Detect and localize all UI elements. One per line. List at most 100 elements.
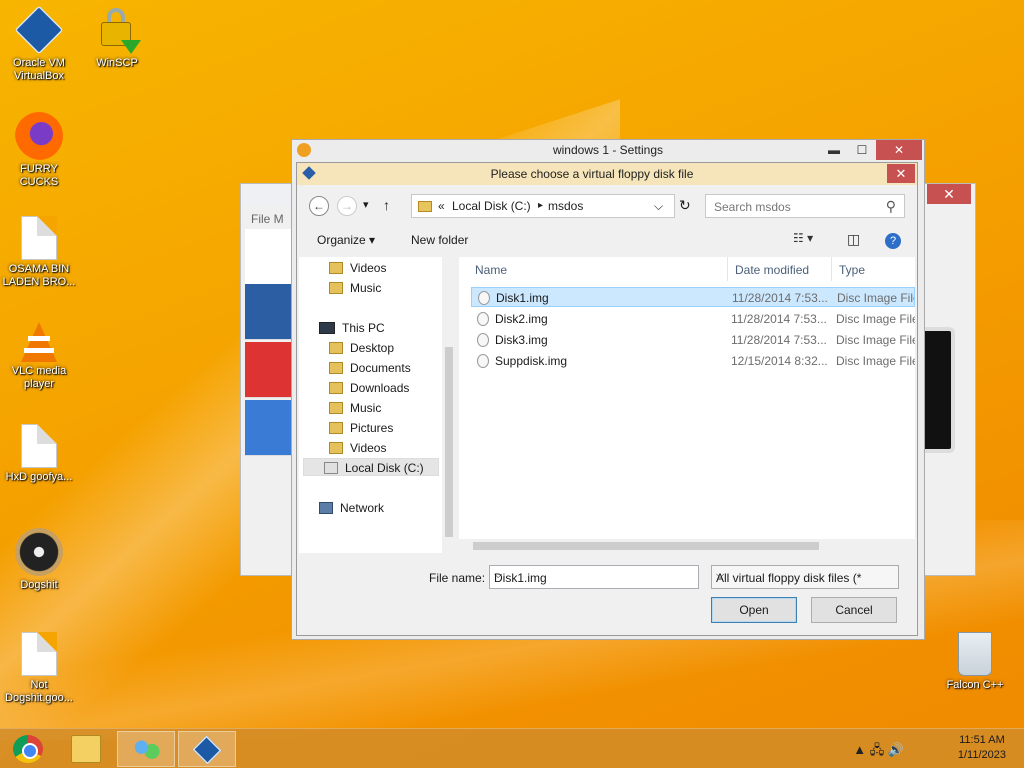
nav-pane-scrollbar[interactable] bbox=[442, 257, 456, 553]
taskbar-chrome[interactable] bbox=[0, 731, 58, 767]
menu-bar[interactable]: File M bbox=[251, 212, 284, 226]
up-button[interactable]: ↑ bbox=[383, 197, 390, 213]
breadcrumb-separator[interactable]: ▸ bbox=[538, 200, 543, 211]
desktop-icon-dogshit[interactable]: Dogshit bbox=[1, 528, 77, 592]
recycle-bin-icon bbox=[958, 632, 992, 676]
nav-item-this-pc[interactable]: This PC bbox=[319, 319, 385, 337]
address-dropdown[interactable]: ⌵ bbox=[654, 199, 663, 214]
taskbar-file-explorer[interactable] bbox=[58, 731, 116, 767]
desktop-icon-label: Falcon C++ bbox=[946, 679, 1004, 691]
view-options-icon[interactable]: ☷ ▾ bbox=[793, 231, 813, 245]
file-name-input[interactable]: Disk1.img ⌵ bbox=[489, 565, 699, 589]
minimize-button[interactable]: ▬ bbox=[820, 140, 848, 160]
file-row[interactable]: Suppdisk.img 12/15/2014 8:32... Disc Ima… bbox=[471, 351, 915, 371]
tools-icon[interactable] bbox=[245, 229, 291, 285]
desktop-icon-label: HxD goofya... bbox=[5, 471, 73, 483]
close-button[interactable]: ✕ bbox=[876, 140, 922, 160]
help-icon[interactable]: ? bbox=[885, 233, 901, 249]
nav-item-videos[interactable]: Videos bbox=[329, 259, 386, 277]
desktop-icon-virtualbox[interactable]: Oracle VM VirtualBox bbox=[1, 5, 77, 83]
nav-item-local-disk[interactable]: Local Disk (C:) bbox=[303, 458, 439, 476]
nav-item-music[interactable]: Music bbox=[329, 279, 381, 297]
desktop-icon-hxd-file[interactable]: HxD goofya... bbox=[1, 424, 77, 484]
column-divider[interactable] bbox=[727, 257, 728, 281]
chrome-icon bbox=[13, 735, 43, 763]
forward-button[interactable]: → bbox=[337, 196, 357, 216]
taskbar-virtualbox[interactable] bbox=[178, 731, 236, 767]
desktop-icon-not-dogshit-file[interactable]: Not Dogshit.goo... bbox=[1, 632, 77, 705]
desktop-icon-label: FURRY CUCKS bbox=[19, 163, 59, 188]
system-tray-icons[interactable]: ▲ 🖧 🔊 bbox=[853, 741, 904, 763]
vm-thumbnail-icon[interactable] bbox=[245, 400, 291, 456]
disc-image-icon bbox=[477, 333, 489, 347]
breadcrumb-local-disk[interactable]: Local Disk (C:) bbox=[452, 199, 531, 213]
desktop-icon-winscp[interactable]: WinSCP bbox=[79, 6, 155, 70]
desktop-icon-firefox[interactable]: FURRY CUCKS bbox=[1, 112, 77, 189]
maximize-button[interactable]: ☐ bbox=[848, 140, 876, 160]
nav-item-music[interactable]: Music bbox=[329, 399, 381, 417]
taskbar-user-accounts[interactable] bbox=[117, 731, 175, 767]
desktop-icon-label: Dogshit bbox=[20, 579, 58, 591]
desktop-folder-icon bbox=[329, 342, 343, 354]
clock-date: 1/11/2023 bbox=[957, 749, 1006, 761]
search-input[interactable]: Search msdos bbox=[714, 200, 791, 214]
file-row[interactable]: Disk2.img 11/28/2014 7:53... Disc Image … bbox=[471, 309, 915, 329]
preview-pane-icon[interactable]: ◫ bbox=[847, 231, 860, 248]
file-list-scrollbar[interactable] bbox=[459, 539, 915, 553]
open-button[interactable]: Open bbox=[711, 597, 797, 623]
chevron-down-icon[interactable]: ⌵ bbox=[494, 569, 694, 582]
disc-image-icon bbox=[478, 291, 490, 305]
music-folder-icon bbox=[329, 282, 343, 294]
refresh-button[interactable]: ↻ bbox=[679, 197, 691, 214]
organize-menu[interactable]: Organize ▾ bbox=[317, 233, 375, 247]
close-button[interactable]: ✕ bbox=[887, 164, 915, 183]
cancel-button[interactable]: Cancel bbox=[811, 597, 897, 623]
pictures-folder-icon bbox=[329, 422, 343, 434]
nav-item-pictures[interactable]: Pictures bbox=[329, 419, 393, 437]
clock-time: 11:51 AM bbox=[959, 734, 1005, 746]
nav-item-desktop[interactable]: Desktop bbox=[329, 339, 394, 357]
search-box[interactable]: Search msdos ⚲ bbox=[705, 194, 905, 218]
nav-item-downloads[interactable]: Downloads bbox=[329, 379, 409, 397]
scrollbar-thumb[interactable] bbox=[473, 542, 819, 550]
clock[interactable]: 11:51 AM 1/11/2023 bbox=[958, 733, 1006, 763]
desktop-icon-label: Oracle VM VirtualBox bbox=[13, 57, 65, 82]
file-list: Name Date modified Type Disk1.img 11/28/… bbox=[459, 257, 915, 553]
nav-item-videos[interactable]: Videos bbox=[329, 439, 386, 457]
desktop-icon-label: Not Dogshit.goo... bbox=[5, 679, 73, 704]
address-bar[interactable]: « Local Disk (C:) ▸ msdos ⌵ bbox=[411, 194, 675, 218]
command-toolbar: Organize ▾ New folder ☷ ▾ ◫ ? bbox=[297, 229, 917, 253]
file-type-select[interactable]: All virtual floppy disk files (* ⌵ bbox=[711, 565, 899, 589]
back-button[interactable]: ← bbox=[309, 196, 329, 216]
scrollbar-thumb[interactable] bbox=[445, 347, 453, 537]
file-icon bbox=[21, 632, 57, 676]
new-folder-button[interactable]: New folder bbox=[411, 233, 468, 247]
file-icon bbox=[21, 424, 57, 468]
file-row[interactable]: Disk3.img 11/28/2014 7:53... Disc Image … bbox=[471, 330, 915, 350]
desktop-icon-vlc[interactable]: VLC media player bbox=[1, 322, 77, 391]
search-icon[interactable]: ⚲ bbox=[886, 198, 896, 215]
vm-thumbnail-icon[interactable] bbox=[245, 284, 291, 340]
column-divider[interactable] bbox=[831, 257, 832, 281]
nav-item-documents[interactable]: Documents bbox=[329, 359, 411, 377]
dialog-title-bar: Please choose a virtual floppy disk file… bbox=[297, 163, 917, 185]
chevron-down-icon[interactable]: ⌵ bbox=[716, 569, 894, 582]
address-overflow[interactable]: « bbox=[438, 199, 445, 213]
column-header-name[interactable]: Name bbox=[475, 257, 507, 283]
desktop-icon-osama-file[interactable]: OSAMA BIN LADEN BRO... bbox=[1, 216, 77, 289]
breadcrumb-msdos[interactable]: msdos bbox=[548, 199, 583, 213]
column-header-type[interactable]: Type bbox=[839, 257, 865, 283]
nav-item-network[interactable]: Network bbox=[319, 499, 384, 517]
file-row[interactable]: Disk1.img 11/28/2014 7:53... Disc Image … bbox=[471, 287, 915, 307]
documents-folder-icon bbox=[329, 362, 343, 374]
music-folder-icon bbox=[329, 402, 343, 414]
taskbar: ▲ 🖧 🔊 11:51 AM 1/11/2023 bbox=[0, 728, 1024, 768]
recent-locations-button[interactable]: ▾ bbox=[363, 198, 369, 211]
vm-thumbnail-icon[interactable] bbox=[245, 342, 291, 398]
column-header-date[interactable]: Date modified bbox=[735, 257, 809, 283]
vlc-icon bbox=[21, 322, 57, 362]
navigation-bar: ← → ▾ ↑ « Local Disk (C:) ▸ msdos ⌵ ↻ Se… bbox=[305, 193, 905, 219]
desktop-icon-falcon[interactable]: Falcon C++ bbox=[937, 632, 1013, 692]
close-button[interactable]: ✕ bbox=[927, 184, 971, 204]
desktop-icon-label: OSAMA BIN LADEN BRO... bbox=[2, 263, 76, 288]
